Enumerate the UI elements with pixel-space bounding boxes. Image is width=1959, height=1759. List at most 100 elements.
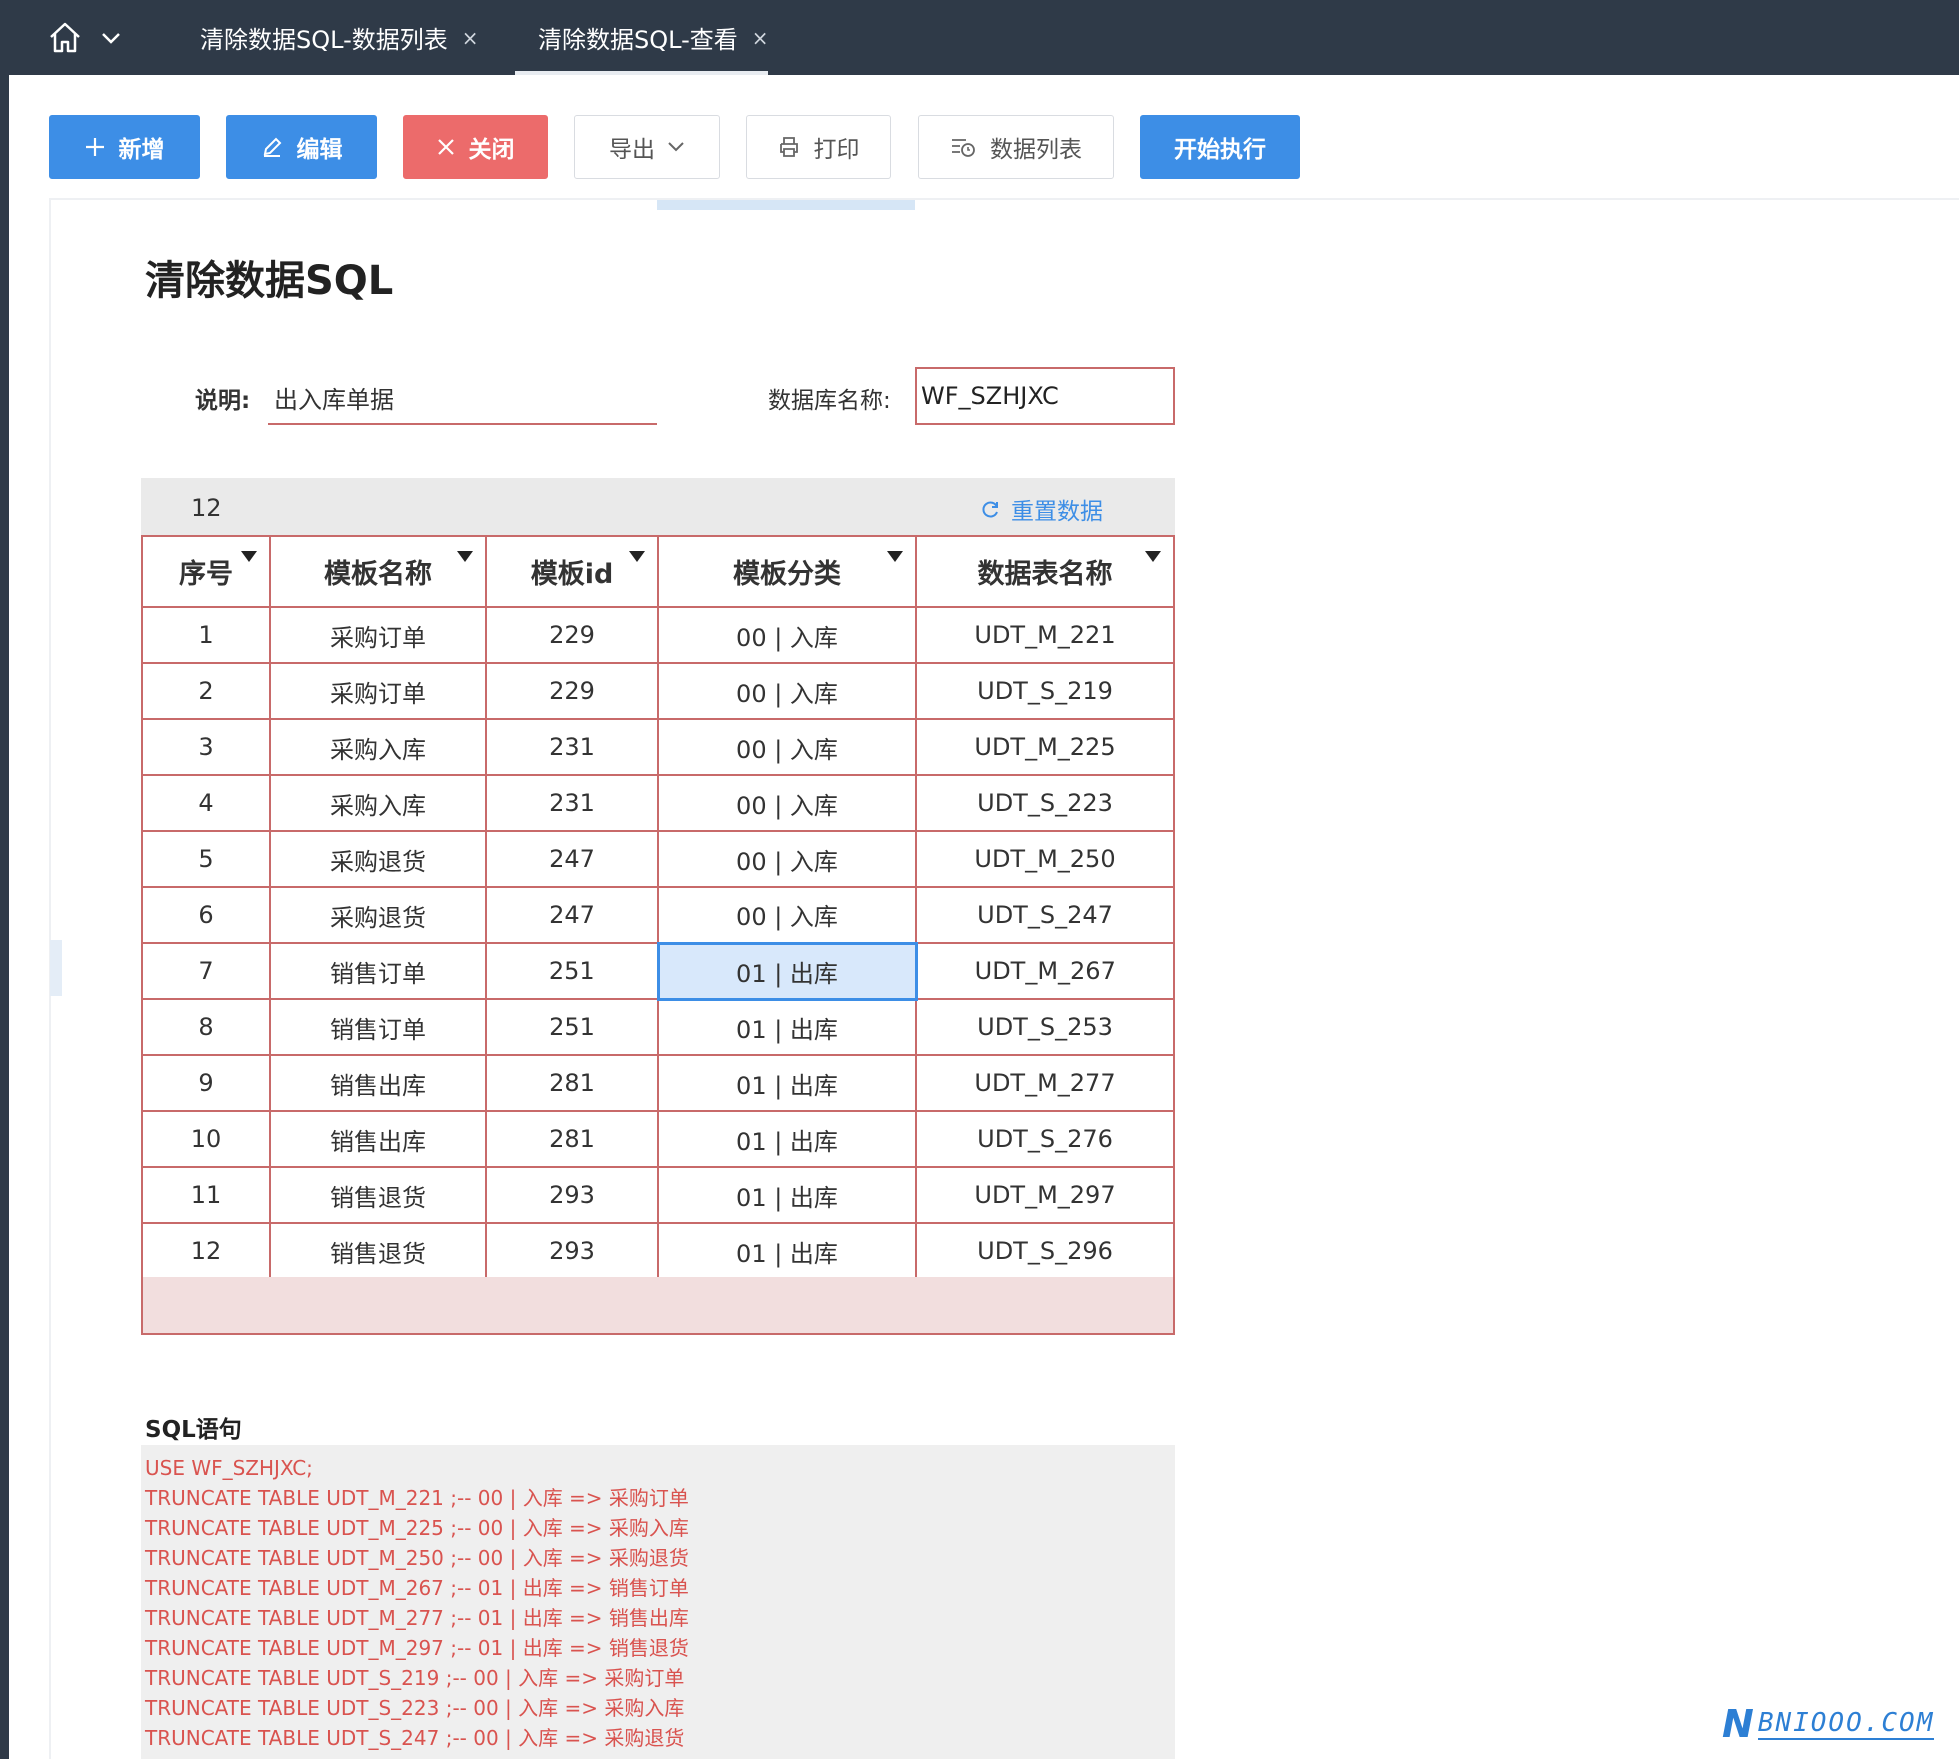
column-header-template-category[interactable]: 模板分类: [657, 535, 917, 608]
tab-data-list[interactable]: 清除数据SQL-数据列表 ×: [200, 0, 479, 75]
table-cell[interactable]: 12: [141, 1222, 271, 1280]
column-header-table-name[interactable]: 数据表名称: [915, 535, 1175, 608]
filter-icon[interactable]: [1145, 551, 1161, 562]
table-cell[interactable]: 2: [141, 662, 271, 720]
table-cell[interactable]: 销售订单: [269, 998, 487, 1056]
horizontal-scroll-indicator[interactable]: [657, 200, 915, 210]
filter-icon[interactable]: [241, 551, 257, 562]
table-row[interactable]: 3 采购入库 231 00 | 入库 UDT_M_225: [141, 718, 1175, 776]
table-cell[interactable]: UDT_S_276: [915, 1110, 1175, 1168]
table-cell[interactable]: 00 | 入库: [657, 830, 917, 888]
table-cell[interactable]: 01 | 出库: [657, 1110, 917, 1168]
table-cell[interactable]: UDT_S_253: [915, 998, 1175, 1056]
table-row[interactable]: 11 销售退货 293 01 | 出库 UDT_M_297: [141, 1166, 1175, 1224]
table-cell[interactable]: 281: [485, 1054, 659, 1112]
reset-data-button[interactable]: 重置数据: [981, 492, 1103, 526]
print-button[interactable]: 打印: [746, 115, 891, 179]
table-cell[interactable]: 3: [141, 718, 271, 776]
table-cell[interactable]: 销售退货: [269, 1166, 487, 1224]
table-cell[interactable]: 231: [485, 774, 659, 832]
table-cell[interactable]: 5: [141, 830, 271, 888]
table-cell[interactable]: 8: [141, 998, 271, 1056]
sql-statement-box[interactable]: USE WF_SZHJXC; TRUNCATE TABLE UDT_M_221 ;…: [141, 1445, 1175, 1759]
table-cell[interactable]: 01 | 出库: [657, 1054, 917, 1112]
side-panel-handle[interactable]: [50, 940, 62, 996]
table-cell[interactable]: 采购入库: [269, 718, 487, 776]
table-cell[interactable]: 251: [485, 998, 659, 1056]
table-cell[interactable]: 采购退货: [269, 830, 487, 888]
table-cell[interactable]: 01 | 出库: [657, 1222, 917, 1280]
table-cell[interactable]: UDT_M_250: [915, 830, 1175, 888]
table-cell[interactable]: 00 | 入库: [657, 774, 917, 832]
table-cell[interactable]: 销售订单: [269, 942, 487, 1000]
filter-icon[interactable]: [629, 551, 645, 562]
database-name-input[interactable]: [915, 367, 1175, 425]
table-cell[interactable]: 1: [141, 606, 271, 664]
table-cell[interactable]: 01 | 出库: [657, 1166, 917, 1224]
table-cell[interactable]: 9: [141, 1054, 271, 1112]
table-cell[interactable]: 00 | 入库: [657, 886, 917, 944]
table-cell[interactable]: 7: [141, 942, 271, 1000]
table-cell[interactable]: 247: [485, 886, 659, 944]
selected-table-cell[interactable]: 01 | 出库: [656, 941, 918, 1001]
table-cell[interactable]: UDT_M_267: [915, 942, 1175, 1000]
table-cell[interactable]: 231: [485, 718, 659, 776]
table-row[interactable]: 1 采购订单 229 00 | 入库 UDT_M_221: [141, 606, 1175, 664]
column-header-template-name[interactable]: 模板名称: [269, 535, 487, 608]
table-cell[interactable]: 229: [485, 662, 659, 720]
table-cell[interactable]: 销售退货: [269, 1222, 487, 1280]
table-cell[interactable]: UDT_M_277: [915, 1054, 1175, 1112]
table-cell[interactable]: 251: [485, 942, 659, 1000]
table-cell[interactable]: UDT_M_225: [915, 718, 1175, 776]
table-row[interactable]: 4 采购入库 231 00 | 入库 UDT_S_223: [141, 774, 1175, 832]
start-execution-button[interactable]: 开始执行: [1140, 115, 1300, 179]
table-cell[interactable]: UDT_S_247: [915, 886, 1175, 944]
column-header-index[interactable]: 序号: [141, 535, 271, 608]
table-cell[interactable]: 采购订单: [269, 606, 487, 664]
table-row[interactable]: 5 采购退货 247 00 | 入库 UDT_M_250: [141, 830, 1175, 888]
table-cell[interactable]: 10: [141, 1110, 271, 1168]
export-button[interactable]: 导出: [574, 115, 720, 179]
table-cell[interactable]: UDT_S_223: [915, 774, 1175, 832]
close-icon[interactable]: ×: [752, 26, 769, 50]
table-cell[interactable]: 00 | 入库: [657, 718, 917, 776]
table-cell[interactable]: 247: [485, 830, 659, 888]
table-cell[interactable]: 00 | 入库: [657, 606, 917, 664]
table-row[interactable]: 6 采购退货 247 00 | 入库 UDT_S_247: [141, 886, 1175, 944]
table-cell[interactable]: UDT_S_296: [915, 1222, 1175, 1280]
table-cell[interactable]: 229: [485, 606, 659, 664]
table-cell[interactable]: UDT_S_219: [915, 662, 1175, 720]
table-cell[interactable]: 01 | 出库: [657, 998, 917, 1056]
data-list-button[interactable]: 数据列表: [918, 115, 1114, 179]
table-row[interactable]: 9 销售出库 281 01 | 出库 UDT_M_277: [141, 1054, 1175, 1112]
table-cell[interactable]: 采购退货: [269, 886, 487, 944]
table-cell[interactable]: UDT_M_221: [915, 606, 1175, 664]
table-cell[interactable]: 281: [485, 1110, 659, 1168]
table-row[interactable]: 7 销售订单 251 01 | 出库 UDT_M_267: [141, 941, 1175, 1001]
table-cell[interactable]: 11: [141, 1166, 271, 1224]
home-icon[interactable]: [47, 20, 83, 54]
table-row[interactable]: 8 销售订单 251 01 | 出库 UDT_S_253: [141, 998, 1175, 1056]
table-cell[interactable]: 销售出库: [269, 1110, 487, 1168]
add-button[interactable]: 新增: [49, 115, 200, 179]
table-cell[interactable]: 销售出库: [269, 1054, 487, 1112]
column-header-template-id[interactable]: 模板id: [485, 535, 659, 608]
table-row[interactable]: 10 销售出库 281 01 | 出库 UDT_S_276: [141, 1110, 1175, 1168]
table-cell[interactable]: 6: [141, 886, 271, 944]
table-cell[interactable]: 4: [141, 774, 271, 832]
table-cell[interactable]: UDT_M_297: [915, 1166, 1175, 1224]
table-cell[interactable]: 00 | 入库: [657, 662, 917, 720]
description-field[interactable]: 出入库单据: [268, 370, 657, 425]
close-icon[interactable]: ×: [462, 26, 479, 50]
edit-button[interactable]: 编辑: [226, 115, 377, 179]
filter-icon[interactable]: [457, 551, 473, 562]
table-row[interactable]: 2 采购订单 229 00 | 入库 UDT_S_219: [141, 662, 1175, 720]
close-button[interactable]: 关闭: [403, 115, 548, 179]
table-cell[interactable]: 293: [485, 1166, 659, 1224]
filter-icon[interactable]: [887, 551, 903, 562]
chevron-down-icon[interactable]: [99, 30, 123, 46]
tab-view[interactable]: 清除数据SQL-查看 ×: [514, 0, 793, 75]
table-cell[interactable]: 采购入库: [269, 774, 487, 832]
table-cell[interactable]: 293: [485, 1222, 659, 1280]
table-row[interactable]: 12 销售退货 293 01 | 出库 UDT_S_296: [141, 1222, 1175, 1280]
